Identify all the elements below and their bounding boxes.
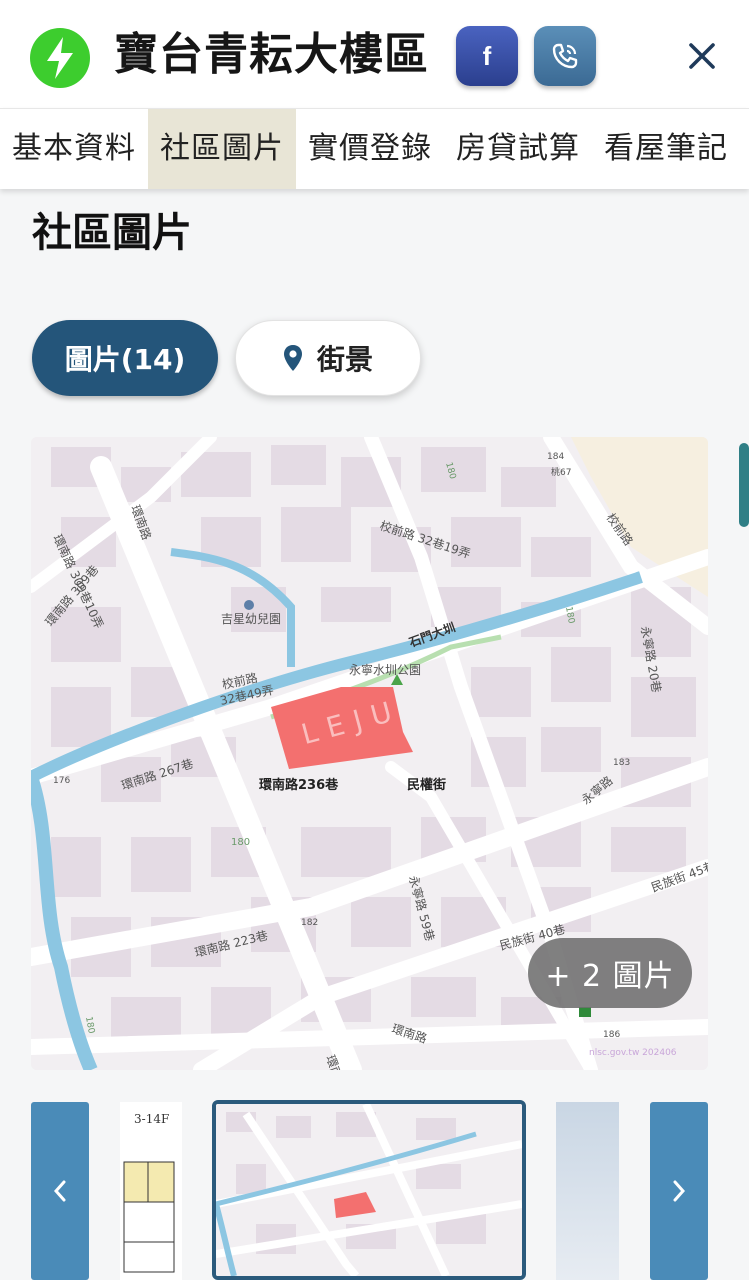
photos-button[interactable]: 圖片(14): [32, 320, 218, 396]
svg-text:180: 180: [231, 837, 250, 848]
page-title: 寶台青耘大樓區: [114, 29, 429, 80]
svg-text:182: 182: [301, 918, 318, 928]
facebook-share-button[interactable]: f: [456, 26, 518, 86]
svg-text:184: 184: [547, 452, 564, 462]
svg-text:吉星幼兒園: 吉星幼兒園: [221, 612, 281, 626]
more-photos-badge[interactable]: + 2 圖片: [528, 938, 692, 1008]
street-view-button[interactable]: 街景: [235, 320, 421, 396]
facebook-icon: f: [482, 40, 492, 71]
phone-icon: [552, 43, 578, 69]
thumbnail-map-selected[interactable]: [212, 1100, 526, 1280]
tab-mortgage-calculator[interactable]: 房貸試算: [444, 109, 592, 189]
chevron-right-icon: [673, 1180, 686, 1202]
previous-image-button[interactable]: [31, 1102, 89, 1280]
svg-text:nlsc.gov.tw 202406: nlsc.gov.tw 202406: [589, 1048, 677, 1058]
svg-text:183: 183: [613, 758, 630, 768]
tab-price-records[interactable]: 實價登錄: [296, 109, 444, 189]
tab-viewing-notes[interactable]: 看屋筆記: [592, 109, 740, 189]
section-title: 社區圖片: [32, 210, 192, 256]
tab-next-partial[interactable]: U: [740, 109, 749, 189]
tab-basic-info[interactable]: 基本資料: [0, 109, 148, 189]
svg-text:186: 186: [603, 1030, 620, 1040]
svg-text:民權街: 民權街: [407, 777, 446, 793]
close-button[interactable]: [682, 36, 722, 76]
close-icon: [689, 43, 715, 69]
next-image-button[interactable]: [650, 1102, 708, 1280]
section-tab-bar: 基本資料 社區圖片 實價登錄 房貸試算 看屋筆記 U: [0, 108, 749, 189]
street-view-label: 街景: [316, 343, 373, 376]
svg-text:桃67: 桃67: [551, 466, 571, 478]
svg-text:永寧水圳公園: 永寧水圳公園: [349, 662, 421, 677]
tab-community-photos[interactable]: 社區圖片: [148, 109, 296, 189]
map-pin-icon: [283, 344, 303, 372]
thumbnail-strip: 3-14F: [0, 1100, 749, 1280]
svg-text:環南路236巷: 環南路236巷: [259, 777, 339, 793]
lightning-bolt-icon[interactable]: [30, 28, 90, 88]
thumbnail-sky-photo[interactable]: [556, 1102, 619, 1280]
svg-text:176: 176: [53, 776, 70, 786]
chevron-left-icon: [53, 1180, 66, 1202]
thumbnail-floor-plan[interactable]: 3-14F: [120, 1102, 182, 1280]
app-header: 寶台青耘大樓區 f: [0, 0, 749, 108]
scrollbar-thumb[interactable]: [739, 443, 749, 527]
phone-call-button[interactable]: [534, 26, 596, 86]
